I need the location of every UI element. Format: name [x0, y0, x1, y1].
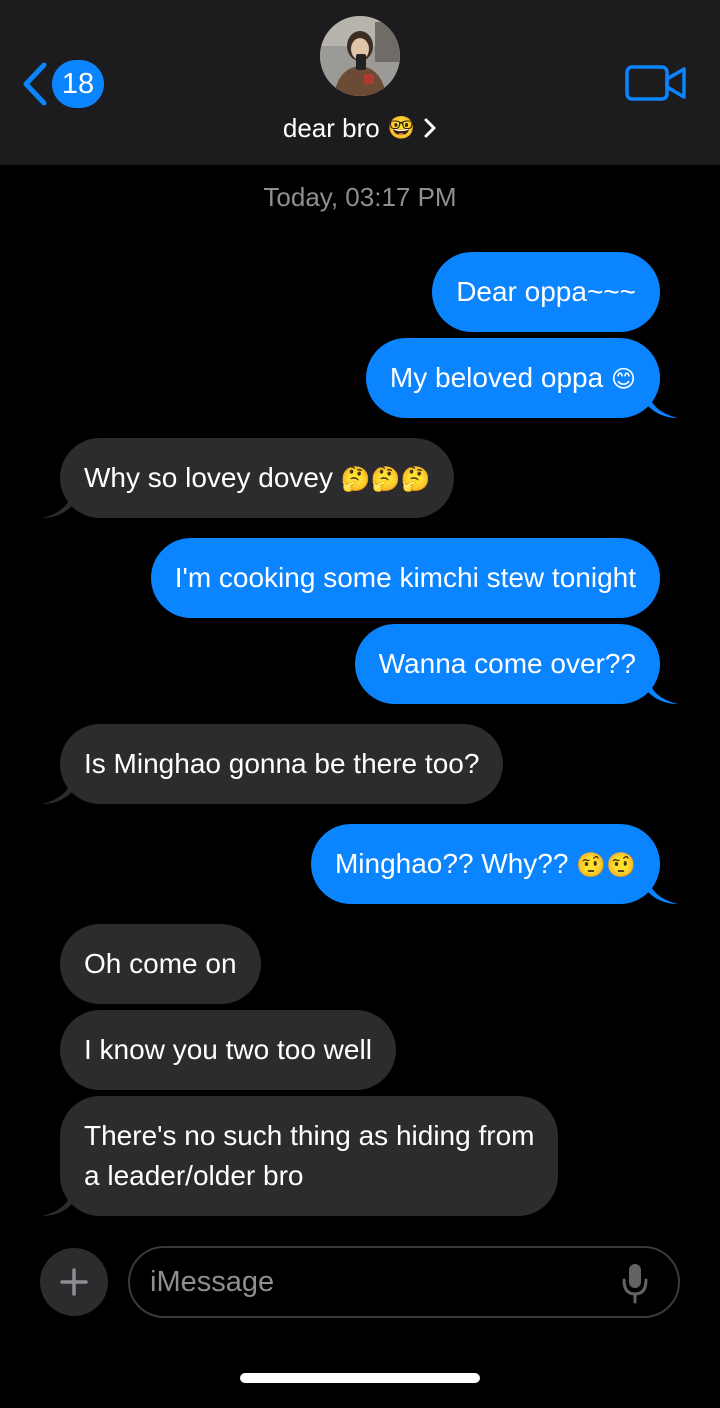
video-call-icon[interactable] [624, 64, 688, 102]
message-text: Oh come on [84, 948, 237, 979]
nerd-face-emoji: 🤓 [387, 115, 416, 140]
chevron-right-icon [424, 118, 436, 138]
home-indicator[interactable] [240, 1373, 480, 1383]
message-text: Wanna come over?? [378, 648, 636, 679]
bubble-tail [42, 1190, 72, 1216]
message-text: Why so lovey dovey [84, 462, 333, 493]
chevron-left-icon [23, 62, 47, 106]
message-text: Is Minghao gonna be there too? [84, 748, 480, 779]
message-text-line-2: a leader/older bro [84, 1160, 304, 1191]
message-text-line-1: There's no such thing as hiding from [84, 1120, 535, 1151]
smiling-face-emoji: 😊 [610, 366, 636, 393]
received-message[interactable]: Is Minghao gonna be there too? [60, 724, 504, 804]
raised-eyebrow-emoji: 🤨🤨 [576, 852, 636, 879]
plus-icon [60, 1268, 88, 1296]
message-input[interactable]: iMessage [128, 1246, 680, 1318]
received-message[interactable]: I know you two too well [60, 1010, 396, 1090]
message-text: My beloved oppa [389, 362, 604, 393]
message-text: Dear oppa~~~ [456, 276, 636, 307]
conversation-timestamp: Today, 03:17 PM [263, 182, 457, 212]
received-message[interactable]: There's no such thing as hiding from a l… [60, 1096, 559, 1216]
bubble-tail [648, 392, 678, 418]
microphone-icon[interactable] [620, 1262, 650, 1304]
message-text: Minghao?? Why?? [334, 848, 569, 879]
bubble-tail [42, 492, 72, 518]
sent-message[interactable]: Minghao?? Why?? 🤨🤨 [310, 824, 660, 904]
contact-title[interactable]: dear bro 🤓 [0, 110, 720, 146]
contact-name: dear bro [282, 112, 380, 143]
message-composer: iMessage [0, 1240, 720, 1320]
received-message[interactable]: Why so lovey dovey 🤔🤔🤔 [60, 438, 455, 518]
add-attachment-button[interactable] [40, 1248, 108, 1316]
avatar-photo [320, 16, 400, 96]
message-text: I know you two too well [84, 1034, 372, 1065]
conversation-header: 18 dear bro 🤓 [0, 0, 720, 165]
back-button[interactable]: 18 [20, 58, 110, 110]
message-text: I'm cooking some kimchi stew tonight [174, 562, 636, 593]
contact-avatar[interactable] [320, 16, 400, 96]
sent-message[interactable]: My beloved oppa 😊 [365, 338, 660, 418]
thinking-face-emoji: 🤔🤔🤔 [340, 466, 431, 493]
message-input-placeholder: iMessage [150, 1266, 275, 1298]
sent-message[interactable]: Dear oppa~~~ [432, 252, 660, 332]
received-message[interactable]: Oh come on [60, 924, 261, 1004]
sent-message[interactable]: Wanna come over?? [354, 624, 660, 704]
bubble-tail [42, 778, 72, 804]
sent-message[interactable]: I'm cooking some kimchi stew tonight [150, 538, 660, 618]
bubble-tail [648, 678, 678, 704]
unread-count-badge: 18 [52, 60, 104, 108]
bubble-tail [648, 878, 678, 904]
